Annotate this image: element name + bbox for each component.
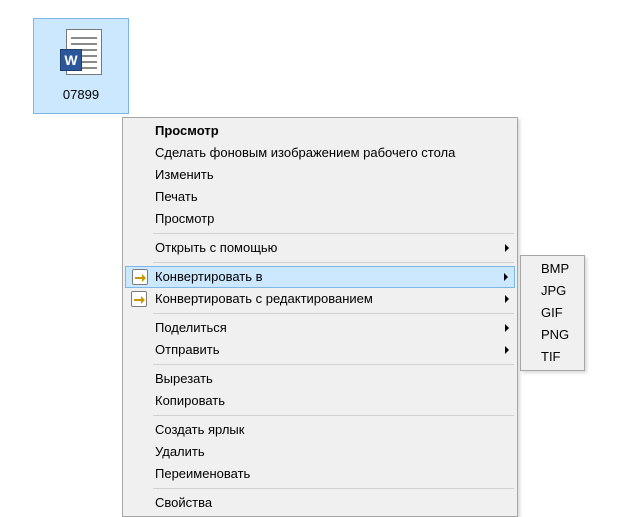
submenu-arrow-icon <box>505 324 509 332</box>
submenu-item-label: JPG <box>541 283 566 298</box>
submenu-item[interactable]: JPG <box>523 280 582 302</box>
menu-item-label: Поделиться <box>155 320 227 335</box>
menu-item[interactable]: Создать ярлык <box>125 419 515 441</box>
menu-item[interactable]: Удалить <box>125 441 515 463</box>
menu-separator <box>153 233 514 234</box>
word-document-icon: W <box>60 29 102 81</box>
menu-item-label: Отправить <box>155 342 219 357</box>
submenu-item[interactable]: GIF <box>523 302 582 324</box>
menu-item-label: Изменить <box>155 167 214 182</box>
submenu-arrow-icon <box>505 244 509 252</box>
submenu-item[interactable]: BMP <box>523 258 582 280</box>
menu-item[interactable]: Просмотр <box>125 120 515 142</box>
menu-item-label: Создать ярлык <box>155 422 244 437</box>
menu-item-label: Свойства <box>155 495 212 510</box>
submenu-arrow-icon <box>504 273 508 281</box>
menu-item[interactable]: Печать <box>125 186 515 208</box>
menu-item-label: Удалить <box>155 444 205 459</box>
menu-item[interactable]: Изменить <box>125 164 515 186</box>
submenu-item-label: GIF <box>541 305 563 320</box>
menu-separator <box>153 313 514 314</box>
file-name-label: 07899 <box>63 87 99 102</box>
menu-separator <box>153 262 514 263</box>
menu-item-label: Переименовать <box>155 466 250 481</box>
menu-item-label: Просмотр <box>155 123 219 138</box>
menu-item[interactable]: Просмотр <box>125 208 515 230</box>
menu-separator <box>153 364 514 365</box>
submenu-item-label: PNG <box>541 327 569 342</box>
menu-item-label: Копировать <box>155 393 225 408</box>
menu-item[interactable]: Свойства <box>125 492 515 514</box>
menu-item[interactable]: Переименовать <box>125 463 515 485</box>
submenu-arrow-icon <box>505 295 509 303</box>
menu-item-label: Печать <box>155 189 198 204</box>
menu-item[interactable]: Открыть с помощью <box>125 237 515 259</box>
submenu-item[interactable]: TIF <box>523 346 582 368</box>
file-icon[interactable]: W 07899 <box>33 18 129 114</box>
menu-item[interactable]: Вырезать <box>125 368 515 390</box>
menu-item-label: Открыть с помощью <box>155 240 277 255</box>
menu-item[interactable]: Конвертировать в <box>125 266 515 288</box>
menu-item[interactable]: Сделать фоновым изображением рабочего ст… <box>125 142 515 164</box>
convert-icon <box>132 269 148 285</box>
menu-item[interactable]: Поделиться <box>125 317 515 339</box>
menu-item-label: Сделать фоновым изображением рабочего ст… <box>155 145 455 160</box>
menu-item-label: Вырезать <box>155 371 213 386</box>
menu-item-label: Просмотр <box>155 211 214 226</box>
submenu-item[interactable]: PNG <box>523 324 582 346</box>
submenu-item-label: BMP <box>541 261 569 276</box>
submenu-arrow-icon <box>505 346 509 354</box>
menu-item-label: Конвертировать в <box>155 269 263 284</box>
menu-item[interactable]: Копировать <box>125 390 515 412</box>
context-menu: Просмотр Сделать фоновым изображением раб… <box>122 117 518 517</box>
convert-icon <box>131 291 147 307</box>
menu-item[interactable]: Отправить <box>125 339 515 361</box>
menu-item[interactable]: Конвертировать с редактированием <box>125 288 515 310</box>
submenu-item-label: TIF <box>541 349 561 364</box>
menu-item-label: Конвертировать с редактированием <box>155 291 373 306</box>
menu-separator <box>153 488 514 489</box>
convert-submenu: BMP JPG GIF PNG TIF <box>520 255 585 371</box>
menu-separator <box>153 415 514 416</box>
